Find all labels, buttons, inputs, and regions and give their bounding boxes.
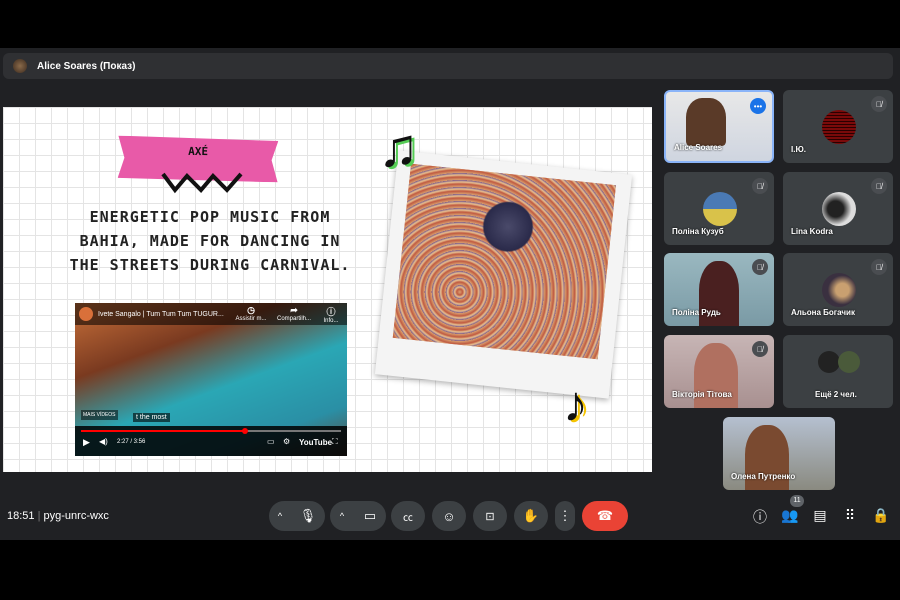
slide-headline: ENERGETIC POP MUSIC FROM BAHIA, MADE FOR… bbox=[69, 208, 351, 274]
raise-hand-button[interactable]: ✋ bbox=[514, 501, 548, 531]
participant-tile[interactable]: 🎙̸ Поліна Кузуб bbox=[664, 172, 774, 245]
participant-name: Alice Soares bbox=[674, 143, 723, 152]
music-note-icon: ♫ bbox=[378, 118, 419, 178]
polaroid-frame bbox=[374, 150, 633, 399]
mic-off-icon: 🎙̸ bbox=[752, 178, 768, 194]
mic-off-icon: 🎙̸ bbox=[752, 259, 768, 275]
participant-tile[interactable]: Олена Путренко bbox=[723, 417, 835, 490]
more-videos[interactable]: MAIS VÍDEOS bbox=[81, 410, 118, 420]
emoji-button[interactable]: ☺ bbox=[432, 501, 466, 531]
participant-name: І.Ю. bbox=[791, 145, 806, 154]
participant-tile[interactable]: 🎙̸ Поліна Рудь bbox=[664, 253, 774, 326]
activities-icon[interactable]: ⠿ bbox=[840, 507, 860, 524]
chevron-up-icon[interactable]: ^ bbox=[278, 511, 282, 521]
info-button[interactable]: ⓘ Info... bbox=[311, 305, 347, 324]
presenter-bar: Alice Soares (Показ) bbox=[3, 53, 893, 79]
mic-off-icon: 🎙̸ bbox=[871, 259, 887, 275]
participant-avatar bbox=[818, 351, 840, 373]
volume-icon[interactable]: ◀) bbox=[99, 437, 108, 446]
video-title[interactable]: Ivete Sangalo | Tum Tum Tum TUGUR... bbox=[98, 311, 224, 318]
music-note-icon: ♪ bbox=[563, 376, 588, 432]
clock-icon: ◷ bbox=[247, 305, 255, 315]
presenter-label: Alice Soares (Показ) bbox=[37, 60, 136, 72]
participant-name: Олена Путренко bbox=[731, 472, 796, 481]
participant-name: Lina Kodra bbox=[791, 227, 833, 236]
participant-avatar bbox=[703, 192, 737, 226]
host-controls-icon[interactable]: 🔒 bbox=[871, 507, 891, 524]
video-progress[interactable] bbox=[81, 428, 341, 434]
present-button[interactable]: ⊡ bbox=[473, 501, 507, 531]
captions-button[interactable]: ㏄ bbox=[391, 501, 425, 531]
video-time: 2:27 / 3:56 bbox=[117, 439, 146, 445]
mic-off-icon: 🎙̸ bbox=[871, 178, 887, 194]
participant-avatar bbox=[822, 110, 856, 144]
captions-icon: ㏄ bbox=[403, 512, 413, 524]
participant-name: Поліна Кузуб bbox=[672, 227, 724, 236]
more-vert-icon: ⋮ bbox=[558, 508, 572, 523]
presentation-slide: AXÉ ENERGETIC POP MUSIC FROM BAHIA, MADE… bbox=[3, 107, 652, 472]
info-icon: ⓘ bbox=[326, 307, 336, 317]
participant-video bbox=[686, 98, 726, 146]
more-options-button[interactable]: ⋮ bbox=[555, 501, 575, 531]
mic-off-icon: 🎙̸ bbox=[752, 341, 768, 357]
meeting-code: pyg-unrc-wxc bbox=[43, 510, 109, 522]
participant-avatar bbox=[838, 351, 860, 373]
more-options-icon[interactable]: ••• bbox=[750, 98, 766, 114]
participant-tile[interactable]: 🎙̸ Lina Kodra bbox=[783, 172, 893, 245]
youtube-embed[interactable]: Ivete Sangalo | Tum Tum Tum TUGUR... ◷ As… bbox=[75, 303, 347, 456]
zigzag-decoration bbox=[161, 172, 243, 194]
mic-off-icon: 🎙̸ bbox=[871, 96, 887, 112]
emoji-icon: ☺ bbox=[442, 508, 456, 524]
fullscreen-icon[interactable]: ⛶ bbox=[332, 437, 338, 447]
participant-name: Вікторія Тітова bbox=[672, 390, 732, 399]
settings-icon[interactable]: ⚙ bbox=[283, 437, 290, 446]
carnival-photo bbox=[392, 163, 616, 360]
participant-name: Ещё 2 чел. bbox=[815, 390, 857, 399]
channel-avatar bbox=[79, 307, 93, 321]
participant-avatar bbox=[822, 273, 856, 307]
control-bar: 18:51 | pyg-unrc-wxc ^ 🎙 ^ ▭ ㏄ ☺ ⊡ ✋ ⋮ ☎ ⓘ… bbox=[0, 495, 900, 537]
video-controls: ▶ ◀) 2:27 / 3:56 ▭ ⚙ YouTube ⛶ bbox=[75, 426, 347, 456]
participant-tile[interactable]: 🎙̸ Альона Богачик bbox=[783, 253, 893, 326]
youtube-logo[interactable]: YouTube bbox=[299, 438, 332, 447]
tag-label: AXÉ bbox=[188, 144, 209, 159]
end-call-button[interactable]: ☎ bbox=[582, 501, 628, 531]
presenter-avatar bbox=[13, 59, 27, 73]
participant-tile[interactable]: ••• Alice Soares bbox=[664, 90, 774, 163]
microphone-button[interactable]: ^ 🎙 bbox=[269, 501, 325, 531]
video-caption: t the most bbox=[133, 413, 170, 422]
people-icon[interactable]: 👥 bbox=[780, 507, 800, 524]
share-icon: ➦ bbox=[290, 305, 298, 315]
participant-tile[interactable]: Ещё 2 чел. bbox=[783, 335, 893, 408]
play-icon[interactable]: ▶ bbox=[83, 437, 90, 448]
participant-avatar bbox=[822, 192, 856, 226]
watch-later-button[interactable]: ◷ Assistir m... bbox=[231, 305, 271, 322]
participant-name: Поліна Рудь bbox=[672, 308, 721, 317]
share-button[interactable]: ➦ Compartilh... bbox=[274, 305, 314, 322]
phone-hangup-icon: ☎ bbox=[596, 508, 614, 523]
camera-icon: ▭ bbox=[363, 508, 377, 523]
present-icon: ⊡ bbox=[485, 510, 495, 523]
subtitles-icon[interactable]: ▭ bbox=[267, 437, 275, 446]
participant-tile[interactable]: 🎙̸ І.Ю. bbox=[783, 90, 893, 163]
chevron-up-icon[interactable]: ^ bbox=[340, 511, 344, 521]
clock-time: 18:51 bbox=[7, 510, 35, 522]
participant-name: Альона Богачик bbox=[791, 308, 855, 317]
hand-icon: ✋ bbox=[522, 508, 540, 523]
mic-icon: 🎙 bbox=[299, 508, 317, 523]
info-icon[interactable]: ⓘ bbox=[750, 507, 770, 527]
participant-count-badge: 11 bbox=[790, 495, 804, 507]
camera-button[interactable]: ^ ▭ bbox=[330, 501, 386, 531]
meeting-info: 18:51 | pyg-unrc-wxc bbox=[7, 510, 109, 522]
chat-icon[interactable]: ▤ bbox=[810, 507, 830, 524]
participant-tile[interactable]: 🎙̸ Вікторія Тітова bbox=[664, 335, 774, 408]
